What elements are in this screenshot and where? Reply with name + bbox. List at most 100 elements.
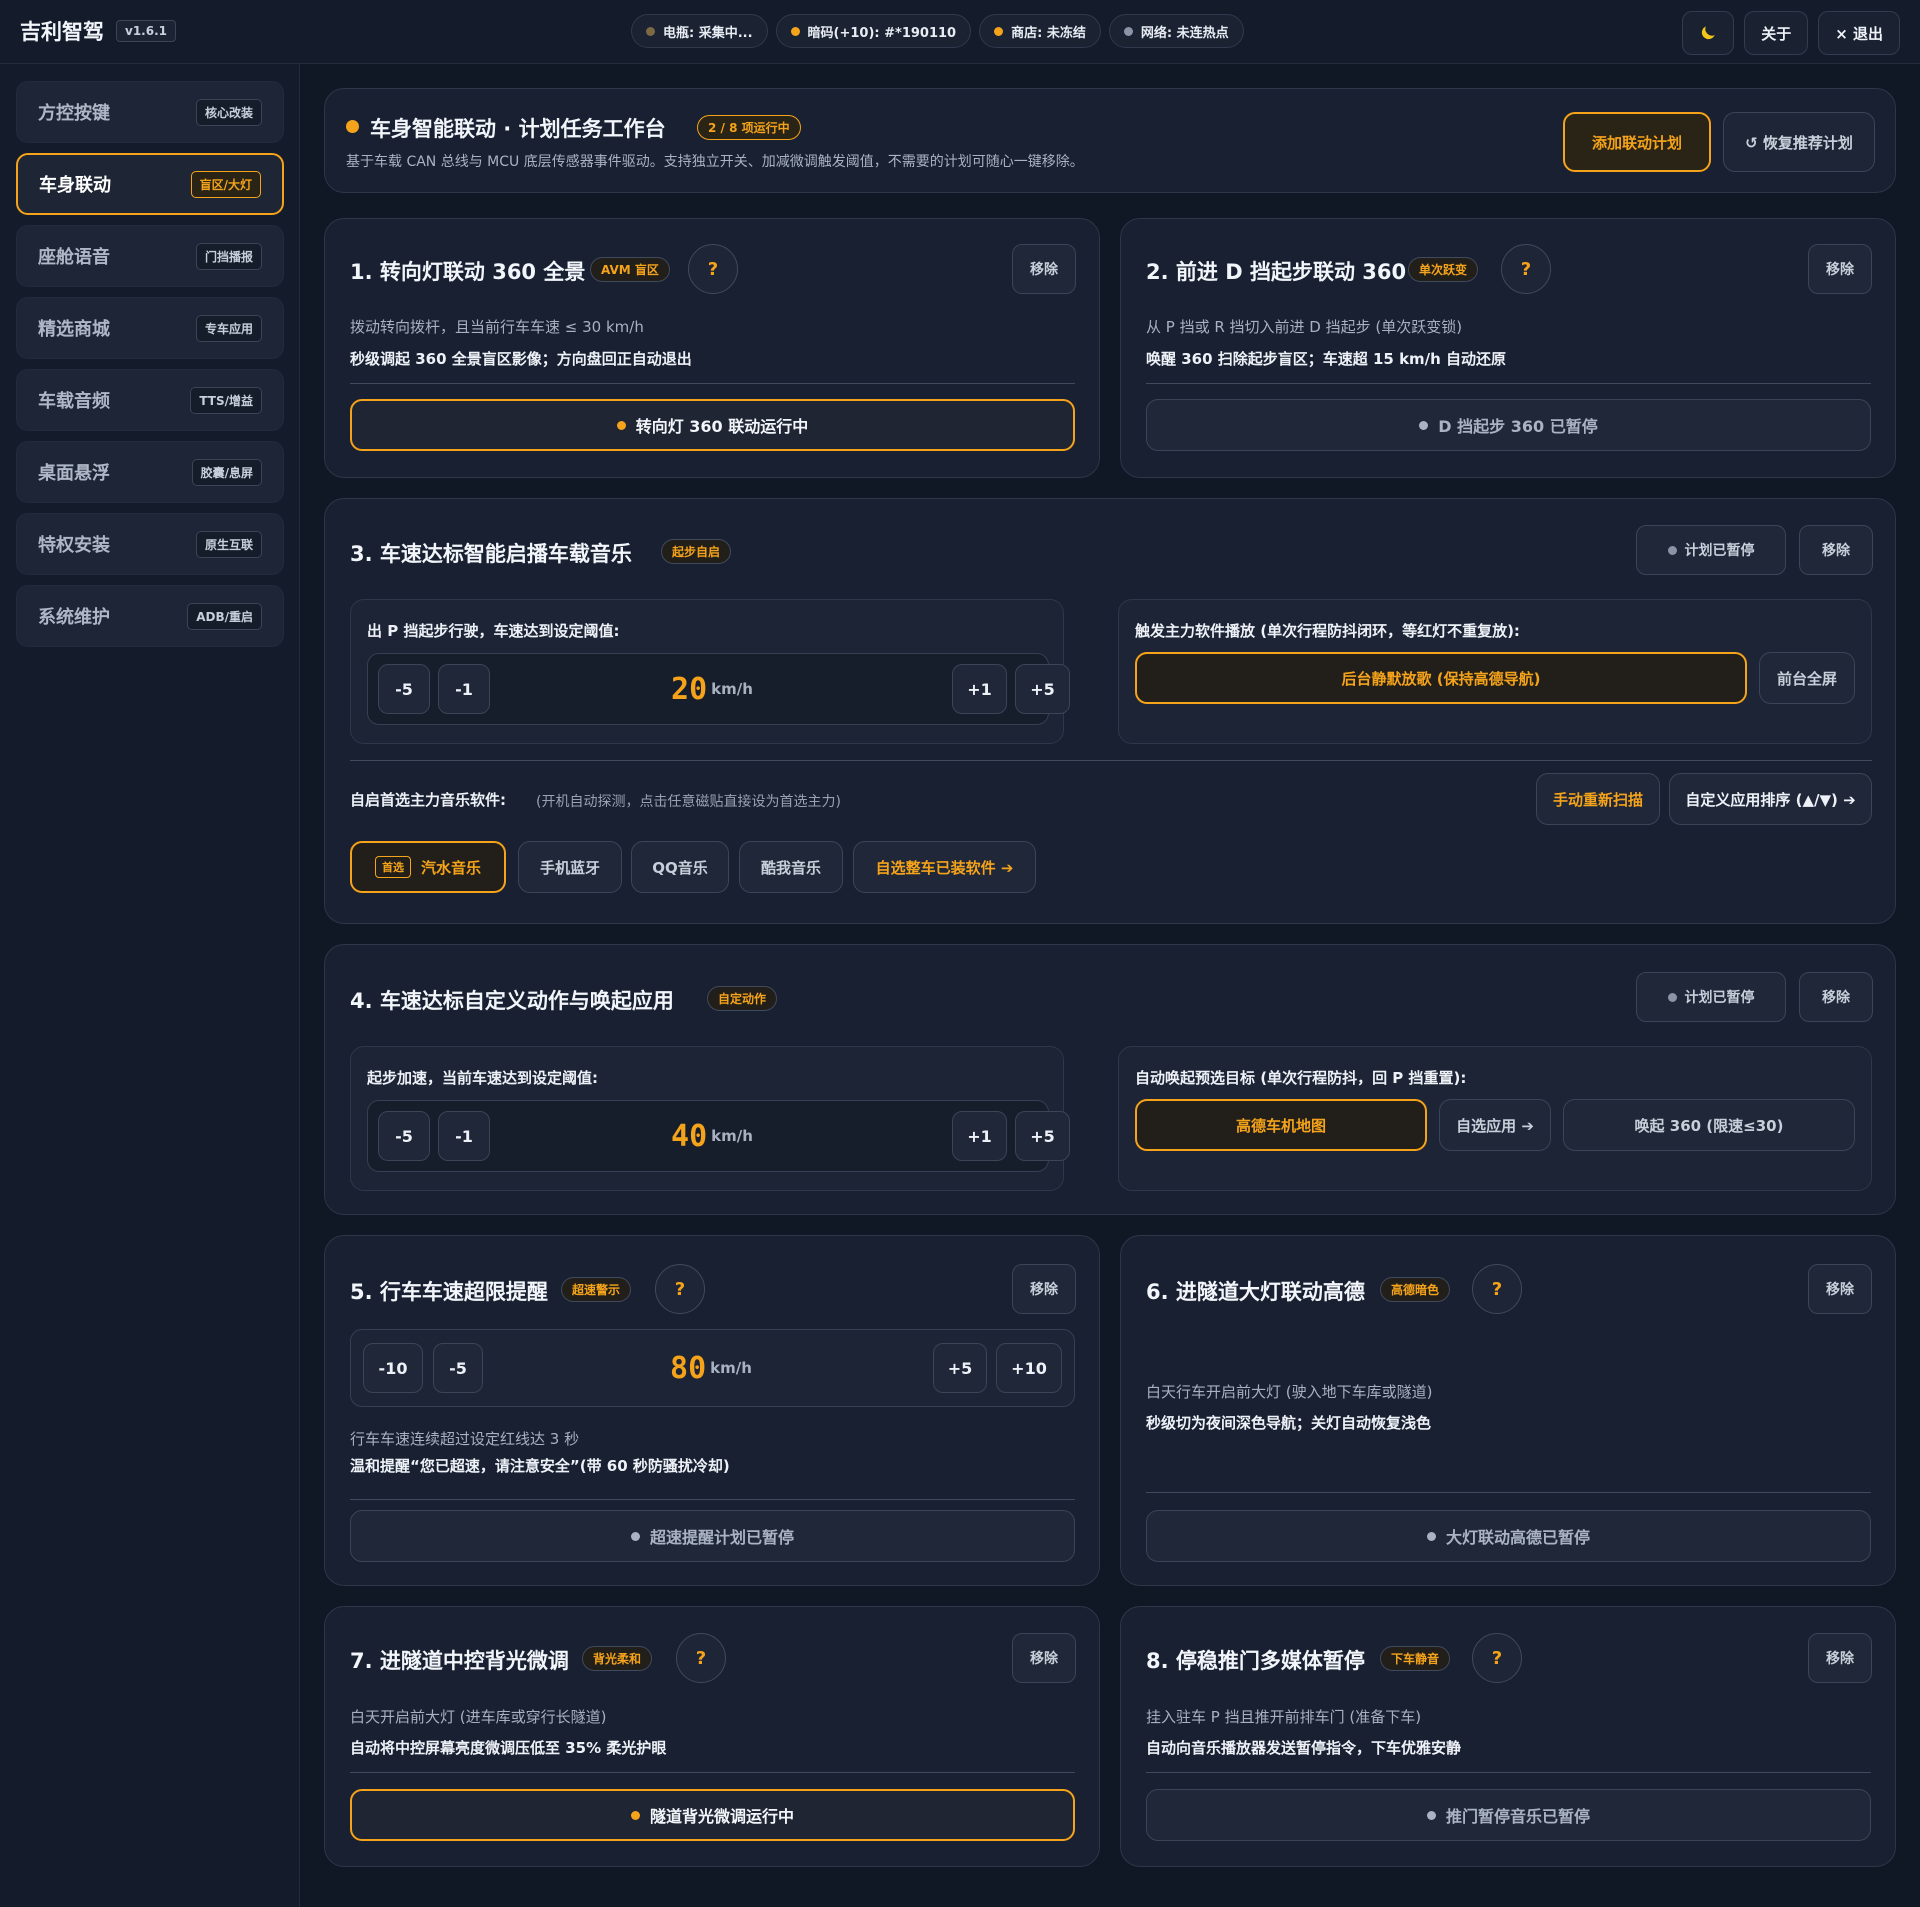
add-plan-button[interactable]: 添加联动计划 [1563, 112, 1711, 172]
help-button[interactable]: ? [1472, 1264, 1522, 1314]
help-button[interactable]: ? [655, 1264, 705, 1314]
divider [350, 1499, 1075, 1500]
sidebar-item-body-linkage[interactable]: 车身联动 盲区/大灯 [16, 153, 284, 215]
app-tile-choose-installed[interactable]: 自选整车已装软件 ➔ [853, 841, 1036, 893]
remove-button[interactable]: 移除 [1808, 1264, 1872, 1314]
sidebar-item-maintenance[interactable]: 系统维护 ADB/重启 [16, 585, 284, 647]
background-play-option[interactable]: 后台静默放歌 (保持高德导航) [1135, 652, 1747, 704]
app-tile-phone-bluetooth[interactable]: 手机蓝牙 [518, 841, 622, 893]
plan-title: 6. 进隧道大灯联动高德 [1146, 1280, 1365, 1304]
remove-button[interactable]: 移除 [1799, 972, 1873, 1022]
decrease-1-button[interactable]: -1 [438, 1111, 490, 1161]
target-custom-app-option[interactable]: 自选应用 ➔ [1439, 1099, 1551, 1151]
speed-stepper: -5 -1 40 km/h +1 +5 [367, 1100, 1070, 1172]
plan-card-1: 1. 转向灯联动 360 全景 AVM 盲区 ? 移除 拨动转向拨杆，且当前行车… [324, 218, 1100, 478]
sidebar-item-audio[interactable]: 车载音频 TTS/增益 [16, 369, 284, 431]
remove-button[interactable]: 移除 [1012, 1633, 1076, 1683]
about-button[interactable]: 关于 [1744, 11, 1809, 55]
running-count-badge: 2 / 8 项运行中 [697, 115, 801, 140]
speed-threshold-label: 出 P 挡起步行驶，车速达到设定阈值: [367, 622, 620, 640]
remove-button[interactable]: 移除 [1799, 525, 1873, 575]
decrease-5-button[interactable]: -5 [433, 1343, 483, 1393]
theme-toggle-button[interactable] [1682, 11, 1735, 55]
plan-toggle-button[interactable]: 推门暂停音乐已暂停 [1146, 1789, 1871, 1841]
decrease-10-button[interactable]: -10 [363, 1343, 423, 1393]
plan-tag: 起步自启 [661, 539, 732, 564]
plan-paused-button[interactable]: 计划已暂停 [1636, 525, 1786, 575]
speed-value: 20 km/h [671, 671, 753, 707]
speed-limit-stepper: -10 -5 80 km/h +5 +10 [350, 1329, 1075, 1407]
increase-5-button[interactable]: +5 [1015, 664, 1070, 714]
increase-5-button[interactable]: +5 [933, 1343, 987, 1393]
divider [1146, 383, 1871, 384]
remove-button[interactable]: 移除 [1808, 244, 1872, 294]
plan-card-6: 6. 进隧道大灯联动高德 高德暗色 ? 移除 白天行车开启前大灯 (驶入地下车库… [1120, 1235, 1896, 1586]
plan-action: 秒级切为夜间深色导航；关灯自动恢复浅色 [1146, 1414, 1432, 1432]
plan-title: 4. 车速达标自定义动作与唤起应用 [350, 989, 674, 1013]
sidebar: 方控按键 核心改装 车身联动 盲区/大灯 座舱语音 门挡播报 精选商城 专车应用 车载音… [0, 64, 300, 1907]
plan-toggle-button[interactable]: 超速提醒计划已暂停 [350, 1510, 1075, 1562]
increase-5-button[interactable]: +5 [1015, 1111, 1070, 1161]
increase-10-button[interactable]: +10 [996, 1343, 1062, 1393]
plan-toggle-button[interactable]: D 挡起步 360 已暂停 [1146, 399, 1871, 451]
plan-title: 2. 前进 D 挡起步联动 360 [1146, 260, 1407, 284]
plan-tag: 单次跃变 [1408, 257, 1479, 282]
status-dot-icon [616, 420, 626, 430]
plan-card-8: 8. 停稳推门多媒体暂停 下车静音 ? 移除 挂入驻车 P 挡且推开前排车门 (… [1120, 1606, 1896, 1867]
help-button[interactable]: ? [1501, 244, 1551, 294]
help-button[interactable]: ? [688, 244, 738, 294]
app-tile-kuwo-music[interactable]: 酷我音乐 [739, 841, 843, 893]
reset-plans-button[interactable]: ↺ 恢复推荐计划 [1723, 112, 1875, 172]
preferred-app-note: (开机自动探测，点击任意磁贴直接设为首选主力) [536, 794, 841, 810]
top-actions: 关于 × 退出 [1682, 11, 1900, 55]
increase-1-button[interactable]: +1 [952, 664, 1007, 714]
plan-tag: 下车静音 [1380, 1646, 1451, 1671]
exit-button[interactable]: × 退出 [1818, 11, 1900, 55]
app-tile-qq-music[interactable]: QQ音乐 [631, 841, 729, 893]
app-tile-qishui-music[interactable]: 首选 汽水音乐 [350, 841, 506, 893]
sidebar-item-steering-keys[interactable]: 方控按键 核心改装 [16, 81, 284, 143]
page-subtitle: 基于车载 CAN 总线与 MCU 底层传感器事件驱动。支持独立开关、加减微调触发… [346, 154, 1084, 170]
sidebar-item-store[interactable]: 精选商城 专车应用 [16, 297, 284, 359]
plan-tag: 高德暗色 [1380, 1277, 1451, 1302]
plan-action: 秒级调起 360 全景盲区影像；方向盘回正自动退出 [350, 350, 692, 368]
decrease-1-button[interactable]: -1 [438, 664, 490, 714]
plan-card-2: 2. 前进 D 挡起步联动 360 单次跃变 ? 移除 从 P 挡或 R 挡切入… [1120, 218, 1896, 478]
status-dot-icon [346, 120, 359, 133]
remove-button[interactable]: 移除 [1012, 244, 1076, 294]
version-badge: v1.6.1 [116, 20, 176, 42]
plan-title: 7. 进隧道中控背光微调 [350, 1649, 569, 1673]
help-button[interactable]: ? [676, 1633, 726, 1683]
plan-toggle-button[interactable]: 转向灯 360 联动运行中 [350, 399, 1075, 451]
plan-paused-button[interactable]: 计划已暂停 [1636, 972, 1786, 1022]
remove-button[interactable]: 移除 [1808, 1633, 1872, 1683]
target-amap-option[interactable]: 高德车机地图 [1135, 1099, 1427, 1151]
remove-button[interactable]: 移除 [1012, 1264, 1076, 1314]
decrease-5-button[interactable]: -5 [378, 1111, 430, 1161]
status-dot-icon [646, 26, 655, 36]
sidebar-item-floating[interactable]: 桌面悬浮 胶囊/息屏 [16, 441, 284, 503]
increase-1-button[interactable]: +1 [952, 1111, 1007, 1161]
speed-threshold-panel: 起步加速，当前车速达到设定阈值: -5 -1 40 km/h +1 +5 [350, 1046, 1070, 1191]
plan-trigger: 白天开启前大灯 (进车库或穿行长隧道) [350, 1708, 607, 1726]
foreground-fullscreen-option[interactable]: 前台全屏 [1759, 652, 1855, 704]
sidebar-item-privileged-install[interactable]: 特权安装 原生互联 [16, 513, 284, 575]
plan-card-7: 7. 进隧道中控背光微调 背光柔和 ? 移除 白天开启前大灯 (进车库或穿行长隧… [324, 1606, 1100, 1867]
brand: 吉利智驾 v1.6.1 [20, 16, 176, 46]
status-dot-icon [790, 26, 800, 36]
help-button[interactable]: ? [1472, 1633, 1522, 1683]
status-dot-icon [630, 1531, 640, 1541]
sidebar-item-cabin-voice[interactable]: 座舱语音 门挡播报 [16, 225, 284, 287]
divider [1146, 1772, 1871, 1773]
plan-trigger: 白天行车开启前大灯 (驶入地下车库或隧道) [1146, 1383, 1433, 1401]
plan-trigger: 从 P 挡或 R 挡切入前进 D 挡起步 (单次跃变锁) [1146, 318, 1463, 336]
target-360-option[interactable]: 唤起 360 (限速≤30) [1563, 1099, 1855, 1151]
decrease-5-button[interactable]: -5 [378, 664, 430, 714]
plan-toggle-button[interactable]: 大灯联动高德已暂停 [1146, 1510, 1871, 1562]
plan-toggle-button[interactable]: 隧道背光微调运行中 [350, 1789, 1075, 1841]
status-dot-icon [1667, 992, 1677, 1002]
status-secret-code: 暗码(+10): #*190110 [775, 14, 972, 48]
rescan-button[interactable]: 手动重新扫描 [1536, 773, 1660, 825]
custom-sort-button[interactable]: 自定义应用排序 (▲/▼) ➔ [1669, 773, 1872, 825]
plan-tag: 自定动作 [707, 986, 778, 1011]
